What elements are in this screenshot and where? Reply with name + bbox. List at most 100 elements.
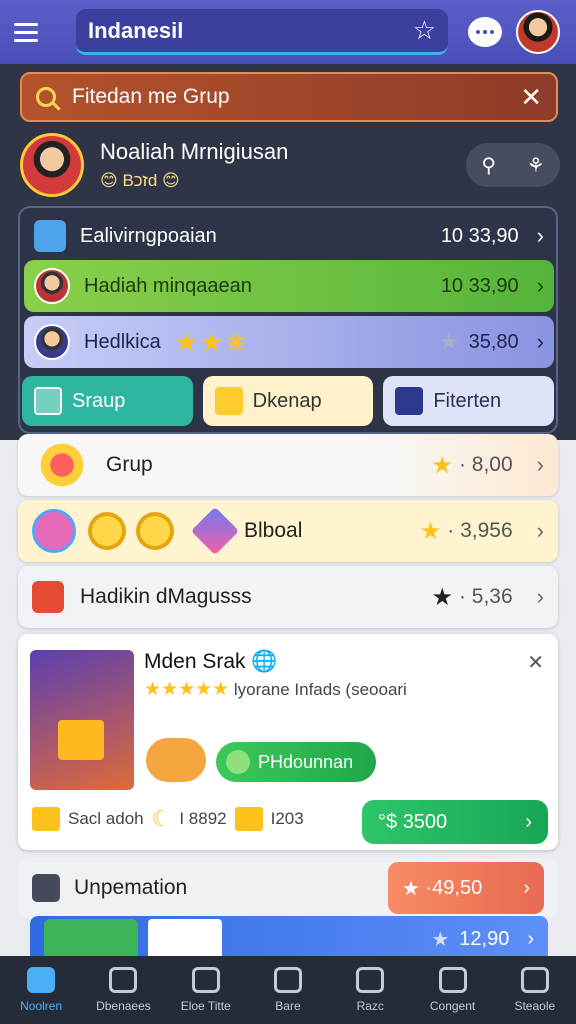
- app-title: Indanesil: [88, 17, 184, 43]
- folder-icon: [34, 220, 66, 252]
- list-item[interactable]: Grup ★ · 8,00 ›: [18, 434, 558, 496]
- star-outline-icon[interactable]: ☆: [413, 15, 436, 46]
- nav-bare[interactable]: Bare: [247, 956, 329, 1024]
- rating-stars-icon: ★★★★★: [144, 679, 230, 700]
- pig-icon: [32, 509, 76, 553]
- search-icon[interactable]: ⚲: [481, 153, 496, 178]
- close-icon[interactable]: ✕: [520, 82, 542, 113]
- coin-icon: [88, 512, 126, 550]
- chat-bubble-icon: [191, 967, 220, 993]
- pet-icon: [146, 738, 206, 782]
- star-icon: ★: [438, 329, 459, 354]
- chevron-right-icon: ›: [525, 810, 532, 833]
- chip-label: Fiterten: [433, 389, 502, 412]
- nav-dbenaees[interactable]: Dbenaees: [82, 956, 164, 1024]
- chip-sraup[interactable]: Sraup: [22, 376, 193, 426]
- nav-home[interactable]: Noolren: [0, 956, 82, 1024]
- list-value: · 3,956: [447, 519, 513, 542]
- list-item[interactable]: Hadikin dMagusss ★ · 5,36 ›: [18, 566, 558, 628]
- update-pill[interactable]: ★ ·49,50 ›: [388, 862, 544, 914]
- thumbnail: [44, 919, 138, 959]
- avatar: [34, 268, 70, 304]
- nav-label: Dbenaees: [96, 999, 151, 1013]
- promo-meta: Sacl adoh ☾ I 8892 I203: [32, 806, 304, 832]
- claim-value: 3500: [402, 810, 448, 833]
- chevron-right-icon: ›: [536, 273, 544, 298]
- menu-icon[interactable]: [14, 10, 58, 54]
- row-value: 10 33,90: [440, 274, 519, 297]
- row-value: 10 33,90: [440, 224, 519, 247]
- nav-steaole[interactable]: Steaole: [494, 956, 576, 1024]
- title-box[interactable]: Indanesil ☆: [76, 9, 448, 55]
- nav-label: Noolren: [20, 999, 63, 1013]
- row-label: Hedlkica: [84, 330, 161, 353]
- meta-text: Sacl adoh: [68, 809, 144, 828]
- chevron-right-icon: ›: [536, 452, 544, 477]
- list-label: Hadikin dMagusss: [80, 585, 252, 608]
- summary-row[interactable]: Hedlkica ★★✬ ★ 35,80 ›: [24, 316, 554, 368]
- chip-label: Sraup: [72, 389, 126, 412]
- update-value: ·49,50: [425, 876, 483, 899]
- profile-avatar[interactable]: [20, 133, 84, 197]
- star-icon: ★: [419, 517, 442, 545]
- update-icon: [32, 874, 60, 902]
- list-label: Blboal: [244, 519, 303, 542]
- promo-image: [30, 650, 134, 790]
- claim-button[interactable]: °$ 3500 ›: [362, 800, 548, 844]
- nav-label: Congent: [429, 999, 476, 1013]
- chevron-right-icon: ›: [527, 927, 534, 950]
- chip-fiterten[interactable]: Fiterten: [383, 376, 555, 426]
- promo-button[interactable]: PHdounnan: [216, 742, 376, 782]
- gift-icon: [214, 387, 243, 415]
- list-value: · 5,36: [458, 585, 513, 608]
- box-icon: [32, 581, 64, 613]
- bar-value: 12,90: [459, 927, 510, 950]
- nav-label: Bare: [275, 999, 301, 1013]
- home-outline-icon: [109, 967, 138, 993]
- summary-row[interactable]: Ealivirngpoaian 10 33,90 ›: [24, 210, 554, 262]
- nav-razc[interactable]: Razc: [329, 956, 411, 1024]
- chevron-right-icon: ›: [536, 518, 544, 543]
- nav-label: Razc: [356, 999, 384, 1013]
- thumbnail: [148, 919, 222, 959]
- list-item[interactable]: Blboal ★ · 3,956 ›: [18, 500, 558, 562]
- chevron-right-icon: ›: [536, 329, 544, 354]
- search-bar[interactable]: Fitedan me Grup ✕: [20, 72, 558, 122]
- update-row[interactable]: Unpemation ★ ·49,50 ›: [18, 858, 558, 918]
- user-avatar[interactable]: [516, 10, 560, 54]
- search-icon: [36, 87, 56, 107]
- avatar: [34, 324, 70, 360]
- grid-icon: [34, 387, 62, 415]
- profile-actions[interactable]: ⚲ ⚘: [466, 143, 560, 187]
- camera-icon: [356, 967, 385, 993]
- chat-icon[interactable]: [468, 17, 502, 47]
- star-icon: ★: [431, 928, 450, 951]
- coin-icon: °$: [378, 810, 403, 833]
- cube-icon: [190, 506, 240, 556]
- promo-card: Mden Srak 🌐 ✕ ★★★★★ lyorane Infads (seoo…: [18, 634, 558, 850]
- meta-text: I203: [270, 809, 304, 828]
- pin-icon: [273, 967, 302, 993]
- close-icon[interactable]: ✕: [527, 650, 544, 675]
- home-icon: [27, 967, 56, 993]
- row-value: 35,80: [468, 330, 519, 353]
- bottom-nav: Noolren Dbenaees Eloe Titte Bare Razc Co…: [0, 956, 576, 1024]
- search-input[interactable]: Fitedan me Grup: [72, 85, 520, 109]
- promo-title: Mden Srak 🌐: [144, 650, 278, 673]
- chip-dkenap[interactable]: Dkenap: [202, 376, 374, 426]
- chevron-right-icon: ›: [536, 223, 544, 248]
- share-icon[interactable]: ⚘: [527, 153, 545, 178]
- gifts-icon: [32, 441, 92, 489]
- list-label: Grup: [106, 453, 153, 476]
- update-label: Unpemation: [74, 876, 188, 899]
- trash-icon: [438, 967, 467, 993]
- nav-congent[interactable]: Congent: [411, 956, 493, 1024]
- moon-icon: ☾: [151, 806, 172, 831]
- profile-icon: [520, 967, 549, 993]
- summary-row[interactable]: Hadiah minqaaean 10 33,90 ›: [24, 260, 554, 312]
- chip-label: Dkenap: [252, 389, 322, 412]
- coin-icon: [136, 512, 174, 550]
- nav-chat[interactable]: Eloe Titte: [165, 956, 247, 1024]
- row-label: Ealivirngpoaian: [80, 224, 217, 247]
- meta-text: I 8892: [179, 809, 227, 828]
